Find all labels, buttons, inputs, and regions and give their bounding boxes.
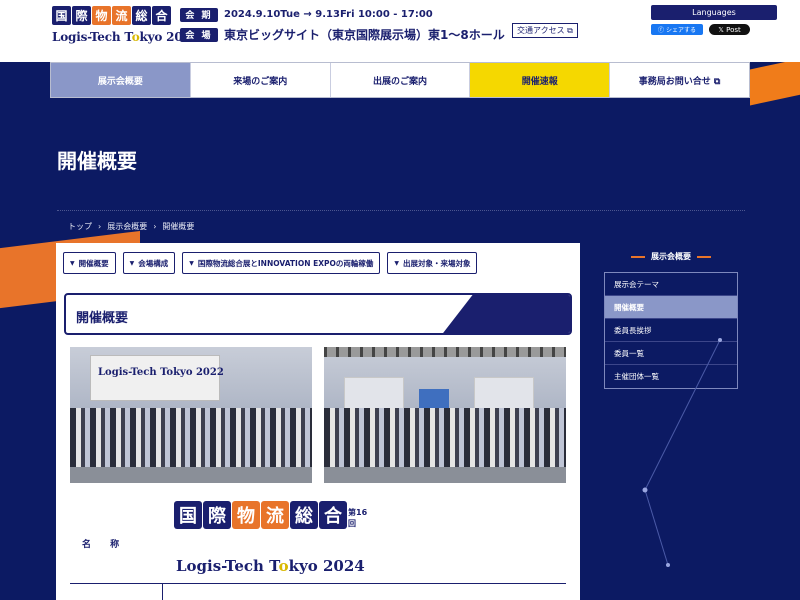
spec-table-border: [70, 583, 566, 584]
date-tag: 会 期: [180, 7, 218, 22]
triangle-down-icon: ▼: [129, 259, 135, 267]
breadcrumb-separator: ›: [98, 222, 102, 231]
logo-cube: 物: [232, 501, 260, 529]
logo-brand-pre: Logis-Tech T: [52, 30, 132, 44]
nav-item-visitors[interactable]: 来場のご案内: [191, 63, 331, 97]
anchor-links: ▼ 開催概要 ▼ 会場構成 ▼ 国際物流総合展とINNOVATION EXPOの両輪稼…: [63, 252, 478, 274]
event-logo: 国 際 物 流 総 合 第16回 Logis-Tech Tokyo 2024: [174, 501, 374, 581]
logo-cube: 際: [72, 6, 91, 25]
anchor-link-venue-layout[interactable]: ▼ 会場構成: [122, 252, 176, 274]
nav-item-contact[interactable]: 事務局お問い合せ ⧉: [610, 63, 749, 97]
event-venue: 東京ビッグサイト（東京国際展示場）東1〜8ホール: [224, 28, 505, 42]
anchor-link-targets[interactable]: ▼ 出展対象・来場対象: [387, 252, 478, 274]
nav-item-overview[interactable]: 展示会概要: [51, 63, 191, 97]
triangle-down-icon: ▼: [394, 259, 399, 267]
logo-cube: 際: [203, 501, 231, 529]
logo-brand-o: o: [131, 30, 140, 44]
section-title-box: 開催概要: [64, 293, 572, 335]
logo-cube: 国: [52, 6, 71, 25]
facebook-share-button[interactable]: ⓕ シェアする: [651, 24, 703, 35]
anchor-label: 開催概要: [78, 258, 109, 268]
photo-sign: [90, 355, 220, 401]
section-title-decor: [440, 295, 570, 333]
global-nav: 展示会概要 来場のご案内 出展のご案内 開催速報 事務局お問い合せ ⧉: [50, 62, 750, 98]
logo-cube: 合: [152, 6, 171, 25]
logo-brand-pre: Logis-Tech T: [176, 557, 279, 575]
heading-divider: [57, 210, 745, 211]
sidebar-item-theme[interactable]: 展示会テーマ: [605, 273, 737, 296]
logo-cube: 流: [112, 6, 131, 25]
venue-tag: 会 場: [180, 27, 218, 42]
event-dates: 2024.9.10Tue → 9.13Fri 10:00 - 17:00: [224, 9, 433, 20]
breadcrumb-separator: ›: [153, 222, 157, 231]
page-title: 開催概要: [57, 149, 137, 173]
breadcrumb-current: 開催概要: [162, 222, 195, 231]
photo-floor: [324, 466, 566, 483]
logo-kanji-cubes: 国 際 物 流 総 合: [52, 6, 171, 25]
x-post-button[interactable]: 𝕏 Post: [709, 24, 750, 35]
photo-ceiling-truss: [324, 347, 566, 357]
spec-name-label: 名 称: [82, 540, 128, 550]
sidebar-heading: 展示会概要: [604, 251, 738, 262]
logo-cube: 総: [290, 501, 318, 529]
anchor-label: 国際物流総合展とINNOVATION EXPOの両輪稼働: [197, 258, 374, 268]
triangle-down-icon: ▼: [189, 259, 194, 267]
nav-item-news[interactable]: 開催速報: [470, 63, 611, 97]
logo-cube: 物: [92, 6, 111, 25]
photo-floor: [70, 466, 312, 483]
main-content: ▼ 開催概要 ▼ 会場構成 ▼ 国際物流総合展とINNOVATION EXPOの両輪稼…: [56, 243, 580, 600]
section-title: 開催概要: [76, 311, 129, 326]
nav-item-exhibitors[interactable]: 出展のご案内: [331, 63, 471, 97]
logo-cube: 流: [261, 501, 289, 529]
logo-brand-o: o: [278, 557, 289, 575]
anchor-link-dual-operation[interactable]: ▼ 国際物流総合展とINNOVATION EXPOの両輪稼働: [182, 252, 381, 274]
logo-cube: 合: [319, 501, 347, 529]
breadcrumb-home[interactable]: トップ: [68, 221, 92, 232]
anchor-label: 会場構成: [138, 258, 169, 268]
sidebar-item-overview[interactable]: 開催概要: [605, 296, 737, 319]
anchor-link-overview[interactable]: ▼ 開催概要: [63, 252, 116, 274]
anchor-label: 出展対象・来場対象: [402, 258, 471, 268]
site-header: 国 際 物 流 総 合 Logis-Tech Tokyo 2024 会 期 20…: [0, 0, 800, 62]
logo-cube: 総: [132, 6, 151, 25]
logo-brand-text: Logis-Tech Tokyo 2024: [52, 30, 199, 44]
logo-edition: 第16回: [348, 508, 368, 528]
exhibition-hall-photo: [324, 347, 566, 483]
triangle-down-icon: ▼: [70, 259, 75, 267]
orange-decor-right: [750, 62, 800, 106]
logo-kanji-cubes: 国 際 物 流 総 合: [174, 501, 347, 529]
logo-cube: 国: [174, 501, 202, 529]
languages-button[interactable]: Languages: [651, 5, 777, 20]
breadcrumb-overview[interactable]: 展示会概要: [107, 221, 147, 232]
decorative-network-lines: [642, 338, 722, 567]
event-info: 会 期 2024.9.10Tue → 9.13Fri 10:00 - 17:00…: [180, 6, 505, 46]
logo-brand-text: Logis-Tech Tokyo 2024: [176, 557, 365, 575]
logo-brand-post: kyo 2024: [288, 557, 365, 575]
site-logo[interactable]: 国 際 物 流 総 合 Logis-Tech Tokyo 2024: [52, 6, 199, 58]
photo-sign-text: Logis-Tech Tokyo 2022: [98, 367, 224, 378]
breadcrumb: トップ › 展示会概要 › 開催概要: [68, 221, 194, 232]
exhibition-entrance-photo: Logis-Tech Tokyo 2022: [70, 347, 312, 483]
access-button[interactable]: 交通アクセス ⧉: [512, 23, 578, 38]
spec-table-divider: [162, 583, 163, 600]
